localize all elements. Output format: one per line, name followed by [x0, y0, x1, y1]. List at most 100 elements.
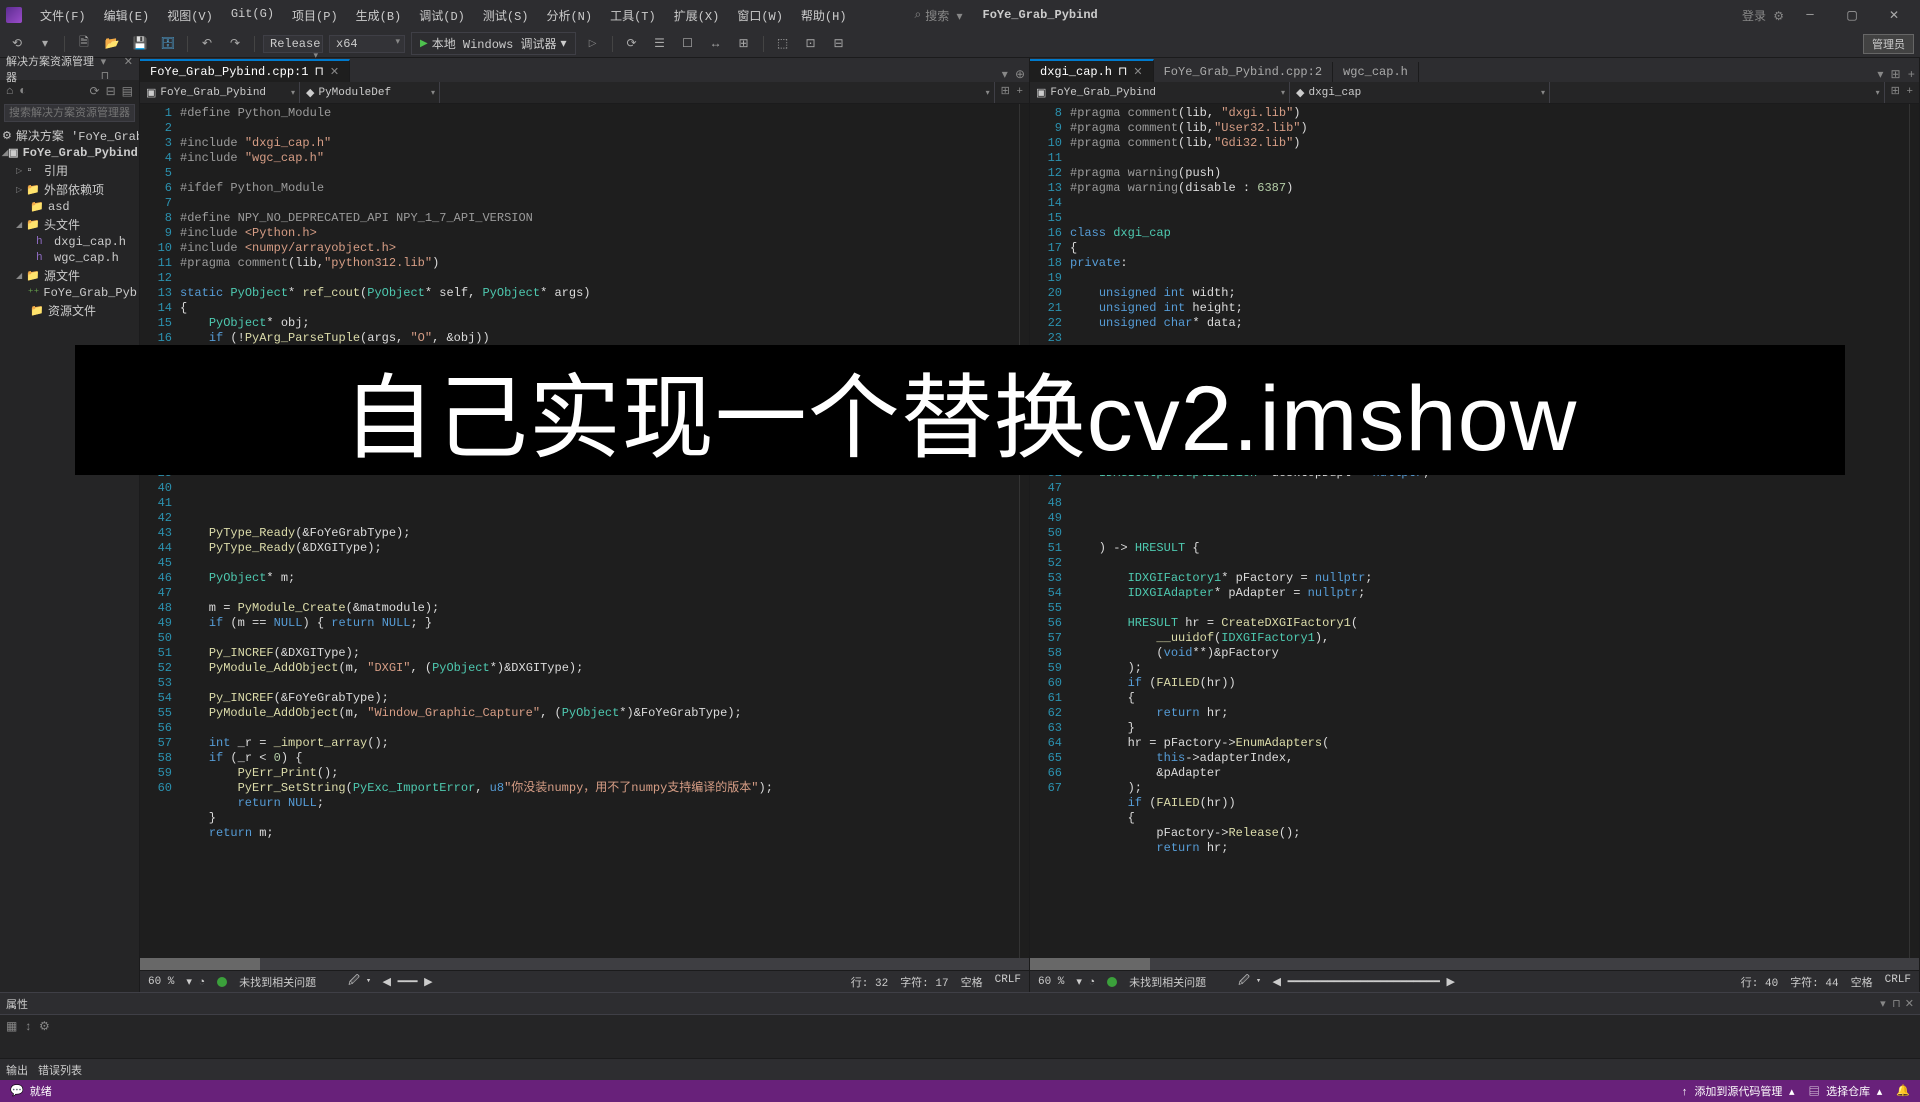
panel-close-icon[interactable]: ✕ [1905, 997, 1914, 1011]
nav-type-r[interactable]: ◆dxgi_cap [1290, 82, 1550, 103]
tab-close-icon[interactable]: ✕ [1133, 65, 1142, 79]
tab-wgc-cap[interactable]: wgc_cap.h [1333, 62, 1419, 82]
h-scrollbar[interactable] [140, 958, 1029, 970]
tree-src1[interactable]: ⁺⁺FoYe_Grab_Pyb [0, 285, 139, 301]
tab-bar-left: FoYe_Grab_Pybind.cpp:1 ⊓✕ ▾ ⊕ [140, 58, 1029, 82]
menu-file[interactable]: 文件(F) [32, 3, 94, 28]
code-content-right[interactable]: #pragma comment(lib, "dxgi.lib") #pragma… [1070, 104, 1909, 958]
menu-git[interactable]: Git(G) [223, 3, 282, 28]
tree-refs[interactable]: ▷▫引用 [0, 161, 139, 180]
home-icon[interactable]: ⌂ [6, 84, 13, 98]
nav-project[interactable]: ▣FoYe_Grab_Pybind [140, 82, 300, 103]
tree-solution-root[interactable]: ⚙解决方案 'FoYe_Grab_Pyb [0, 126, 139, 145]
tool-icon[interactable]: ◐ [19, 84, 26, 98]
tb-icon-1[interactable]: ⟳ [621, 33, 643, 55]
redo-icon[interactable]: ↷ [224, 33, 246, 55]
chat-icon[interactable]: 💬 [10, 1084, 24, 1098]
zoom-r[interactable]: 60 % [1038, 976, 1064, 988]
minimap-left[interactable] [1019, 104, 1029, 958]
start-debug-button[interactable]: ▶本地 Windows 调试器 ▾ [411, 32, 576, 55]
tree-sources[interactable]: ◢📁源文件 [0, 266, 139, 285]
split-icon[interactable]: ⊞ + [1885, 82, 1919, 103]
nav-fwd-icon[interactable]: ▾ [34, 33, 56, 55]
save-icon[interactable]: 💾 [129, 33, 151, 55]
platform-dropdown[interactable]: x64 [329, 35, 405, 53]
maximize-icon[interactable]: ▢ [1832, 1, 1872, 29]
indent-mode-r[interactable]: 空格 [1851, 974, 1873, 990]
nav-project-r[interactable]: ▣FoYe_Grab_Pybind [1030, 82, 1290, 103]
tab-menu-icon[interactable]: ▾ ⊕ [1002, 67, 1025, 82]
menu-project[interactable]: 项目(P) [284, 3, 346, 28]
eol-mode-r[interactable]: CRLF [1885, 974, 1911, 990]
tree-h1[interactable]: hdxgi_cap.h [0, 234, 139, 250]
tab-errors[interactable]: 错误列表 [38, 1062, 82, 1078]
menu-tools[interactable]: 工具(T) [602, 3, 664, 28]
menu-debug[interactable]: 调试(D) [411, 3, 473, 28]
zoom[interactable]: 60 % [148, 976, 174, 988]
menu-view[interactable]: 视图(V) [159, 3, 221, 28]
source-control[interactable]: ↑ 添加到源代码管理 ▴ [1681, 1083, 1794, 1099]
h-scrollbar-r[interactable] [1030, 958, 1919, 970]
minimap-right[interactable] [1909, 104, 1919, 958]
new-item-icon[interactable]: 🗎 [73, 33, 95, 55]
undo-icon[interactable]: ↶ [196, 33, 218, 55]
open-icon[interactable]: 📂 [101, 33, 123, 55]
menu-extensions[interactable]: 扩展(X) [666, 3, 728, 28]
code-area-right[interactable]: 8910111213141516171819202122232425262728… [1030, 104, 1919, 958]
nav-member[interactable] [440, 82, 995, 103]
tree-headers[interactable]: ◢📁头文件 [0, 215, 139, 234]
eol-mode[interactable]: CRLF [995, 974, 1021, 990]
notifications-icon[interactable]: 🔔 [1896, 1084, 1910, 1098]
tree-h2[interactable]: hwgc_cap.h [0, 250, 139, 266]
panel-close-icon[interactable]: ✕ [124, 55, 133, 83]
split-icon[interactable]: ⊞ + [995, 82, 1029, 103]
showall-icon[interactable]: ▤ [122, 84, 133, 99]
nav-type[interactable]: ◆PyModuleDef [300, 82, 440, 103]
login-button[interactable]: 登录 ⚙ [1742, 7, 1784, 24]
menu-window[interactable]: 窗口(W) [729, 3, 791, 28]
tree-asd[interactable]: 📁asd [0, 199, 139, 215]
tree-resources[interactable]: 📁资源文件 [0, 301, 139, 320]
nav-bar-left: ▣FoYe_Grab_Pybind ◆PyModuleDef ⊞ + [140, 82, 1029, 104]
config-dropdown[interactable]: Release [263, 35, 323, 53]
menu-edit[interactable]: 编辑(E) [96, 3, 158, 28]
tb-icon-6[interactable]: ⬚ [772, 33, 794, 55]
tb-icon-8[interactable]: ⊟ [828, 33, 850, 55]
sync-icon[interactable]: ⟳ [90, 84, 100, 99]
repo-select[interactable]: ▤ 选择仓库 ▴ [1809, 1083, 1883, 1099]
collapse-icon[interactable]: ⊟ [106, 84, 116, 99]
tb-icon-2[interactable]: ☰ [649, 33, 671, 55]
menu-analyze[interactable]: 分析(N) [538, 3, 600, 28]
close-icon[interactable]: ✕ [1874, 1, 1914, 29]
code-area-left[interactable]: 1234567891011121314151617181920212223242… [140, 104, 1029, 958]
output-tabs: 输出 错误列表 [0, 1058, 1920, 1080]
solution-search[interactable] [4, 104, 135, 122]
tab-menu-icon[interactable]: ▾ ⊞ + [1877, 67, 1915, 82]
tab-output[interactable]: 输出 [6, 1062, 28, 1078]
pin-icon[interactable]: ⊓ [314, 64, 323, 79]
tree-external[interactable]: ▷📁外部依赖项 [0, 180, 139, 199]
pin-icon[interactable]: ▾ ⊓ [1880, 997, 1901, 1011]
tab-foye-cpp-2[interactable]: FoYe_Grab_Pybind.cpp:2 [1154, 62, 1333, 82]
indent-mode[interactable]: 空格 [961, 974, 983, 990]
tb-icon-3[interactable]: ☐ [677, 33, 699, 55]
pin-icon[interactable]: ⊓ [1118, 64, 1127, 79]
nav-back-icon[interactable]: ⟲ [6, 33, 28, 55]
minimize-icon[interactable]: ─ [1790, 1, 1830, 29]
code-content-left[interactable]: #define Python_Module #include "dxgi_cap… [180, 104, 1019, 958]
nav-member-r[interactable] [1550, 82, 1885, 103]
tb-icon-4[interactable]: ↔ [705, 33, 727, 55]
start-nodebug-icon[interactable]: ▷ [582, 33, 604, 55]
menu-test[interactable]: 测试(S) [475, 3, 537, 28]
save-all-icon[interactable]: 🗄 [157, 33, 179, 55]
tree-project[interactable]: ◢▣FoYe_Grab_Pybind [0, 145, 139, 161]
tb-icon-5[interactable]: ⊞ [733, 33, 755, 55]
tab-dxgi-cap[interactable]: dxgi_cap.h ⊓✕ [1030, 59, 1154, 82]
tab-close-icon[interactable]: ✕ [330, 65, 339, 79]
tb-icon-7[interactable]: ⊡ [800, 33, 822, 55]
menu-help[interactable]: 帮助(H) [793, 3, 855, 28]
tab-foye-cpp-1[interactable]: FoYe_Grab_Pybind.cpp:1 ⊓✕ [140, 59, 350, 82]
pin-icon[interactable]: ▾ ⊓ [101, 55, 120, 83]
global-search[interactable]: ⌕ 搜索 ▾ [915, 7, 963, 24]
menu-build[interactable]: 生成(B) [348, 3, 410, 28]
